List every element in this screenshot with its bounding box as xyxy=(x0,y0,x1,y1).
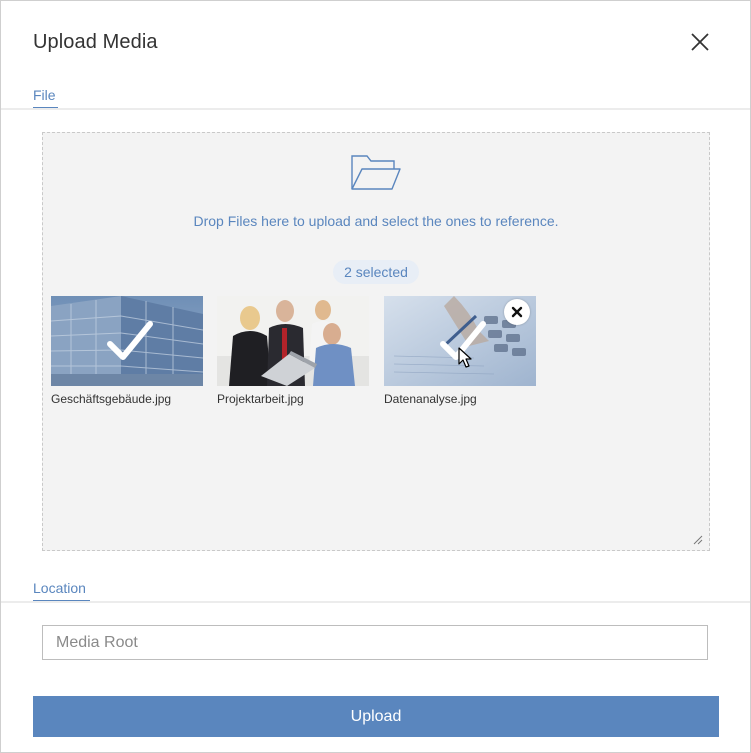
tab-location[interactable]: Location xyxy=(33,580,86,596)
remove-file-button[interactable] xyxy=(504,299,530,325)
tab-file[interactable]: File xyxy=(33,87,56,103)
mouse-pointer-icon xyxy=(458,347,472,368)
tab-divider-file xyxy=(1,108,750,110)
drop-instructions: Drop Files here to upload and select the… xyxy=(193,213,559,229)
business-team-photo xyxy=(217,296,369,386)
close-icon xyxy=(691,33,709,51)
tab-divider-location xyxy=(1,601,750,603)
upload-media-dialog: Upload Media File Drop Files here to upl… xyxy=(0,0,751,753)
thumbnail-image[interactable] xyxy=(384,296,536,386)
media-item-datenanalyse[interactable]: Datenanalyse.jpg xyxy=(384,296,536,406)
upload-button[interactable]: Upload xyxy=(33,696,719,737)
dialog-title: Upload Media xyxy=(33,31,158,53)
file-drop-zone[interactable]: Drop Files here to upload and select the… xyxy=(42,132,710,551)
file-name: Datenanalyse.jpg xyxy=(384,392,477,406)
thumbnail-image[interactable] xyxy=(217,296,369,386)
selected-count-badge: 2 selected xyxy=(333,260,419,284)
resize-handle-icon[interactable] xyxy=(691,533,703,545)
checkmark-icon xyxy=(107,321,153,360)
location-input[interactable] xyxy=(42,625,708,660)
file-name: Geschäftsgebäude.jpg xyxy=(51,392,172,406)
media-item-geschaeftsgebaeude[interactable]: Geschäftsgebäude.jpg xyxy=(51,296,203,406)
thumbnail-image[interactable] xyxy=(51,296,203,386)
file-name: Projektarbeit.jpg xyxy=(217,392,304,406)
media-item-projektarbeit[interactable]: Projektarbeit.jpg xyxy=(217,296,369,406)
close-button[interactable] xyxy=(687,29,713,55)
folder-open-icon xyxy=(351,155,401,190)
close-small-icon xyxy=(511,306,523,318)
